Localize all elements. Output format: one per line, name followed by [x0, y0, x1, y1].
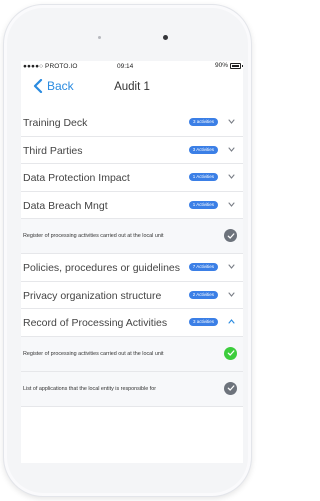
app-screen: ●●●●○ PROTO.IO 09:14 90% Back Audit 1 Tr…	[21, 61, 243, 463]
section-label: Privacy organization structure	[23, 289, 162, 302]
section-row[interactable]: Data Protection Impact 1 Activities	[21, 164, 243, 192]
chevron-down-icon[interactable]	[228, 119, 235, 124]
nav-bar: Back Audit 1	[21, 72, 243, 102]
section-row[interactable]: Record of Processing Activities 3 activit…	[21, 309, 243, 337]
camera-dot	[163, 35, 168, 40]
section-row[interactable]: Training Deck 3 activities	[21, 109, 243, 137]
chevron-down-icon[interactable]	[228, 174, 235, 179]
check-icon	[224, 381, 237, 395]
battery-icon	[230, 62, 243, 69]
section-label: Third Parties	[23, 144, 83, 157]
section-label: Data Protection Impact	[23, 172, 130, 184]
section-label: Training Deck	[23, 117, 88, 129]
check-complete-icon	[224, 346, 237, 360]
status-bar: ●●●●○ PROTO.IO 09:14 90%	[21, 61, 243, 72]
chevron-down-icon[interactable]	[228, 291, 235, 297]
chevron-up-icon[interactable]	[228, 319, 235, 324]
activity-count-badge: 3 activities	[188, 318, 218, 326]
activity-count-badge: 2 Activities	[188, 290, 218, 299]
section-label: Policies, procedures or guidelines	[23, 262, 181, 274]
activity-label: List of applications that the local enti…	[23, 385, 157, 392]
section-row[interactable]: Privacy organization structure 2 Activiti…	[21, 282, 243, 309]
check-icon	[224, 229, 237, 242]
activity-row[interactable]: List of applications that the local enti…	[21, 371, 243, 407]
battery-status: 90%	[214, 62, 243, 69]
speaker-dot	[98, 36, 101, 39]
activity-label: Register of processing activities carrie…	[23, 233, 164, 239]
activity-count-badge: 7 Activities	[188, 263, 218, 271]
chevron-down-icon[interactable]	[228, 264, 235, 269]
battery-percent: 90%	[214, 62, 228, 69]
activity-label: Register of processing activities carrie…	[23, 350, 164, 357]
page-title: Audit 1	[114, 81, 150, 93]
section-row[interactable]: Third Parties 3 Activities	[21, 137, 243, 164]
activity-count-badge: 3 activities	[188, 118, 218, 126]
section-label: Record of Processing Activities	[23, 317, 168, 329]
activity-count-badge: 1 Activities	[188, 173, 218, 181]
section-row[interactable]: Data Breach Mngt 1 Activities	[21, 192, 243, 219]
section-row[interactable]: Policies, procedures or guidelines 7 Acti…	[21, 254, 243, 282]
status-time: 09:14	[117, 63, 134, 70]
activity-row[interactable]: Register of processing activities carrie…	[21, 219, 243, 254]
carrier-label: ●●●●○ PROTO.IO	[23, 63, 78, 70]
activity-count-badge: 1 Activities	[188, 200, 218, 209]
phone-frame: ●●●●○ PROTO.IO 09:14 90% Back Audit 1 Tr…	[3, 4, 252, 497]
chevron-down-icon[interactable]	[228, 146, 235, 152]
activity-count-badge: 3 Activities	[188, 145, 218, 154]
section-label: Data Breach Mngt	[23, 199, 108, 212]
chevron-down-icon[interactable]	[228, 201, 235, 207]
activity-row[interactable]: Register of processing activities carrie…	[21, 336, 243, 372]
audit-section-list: Training Deck 3 activities Third Parties 3 …	[21, 109, 243, 407]
